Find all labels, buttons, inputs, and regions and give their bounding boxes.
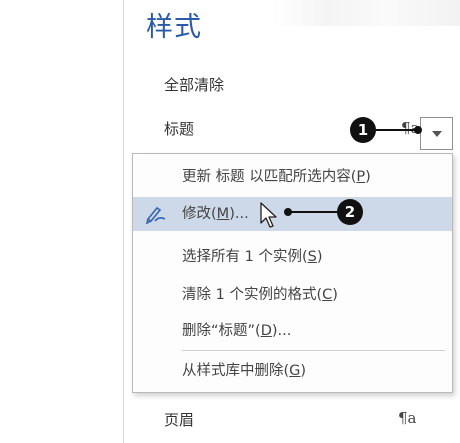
dropdown-arrow-icon bbox=[432, 131, 442, 137]
callout-1-end bbox=[414, 126, 422, 134]
context-menu: 更新 标题 以匹配所选内容(P) 修改(M)... 选择所有 1 个实例(S) … bbox=[132, 153, 453, 393]
menu-item-update-to-match[interactable]: 更新 标题 以匹配所选内容(P) bbox=[133, 160, 452, 194]
paragraph-style-icon: ¶a bbox=[398, 409, 417, 427]
callout-2-line bbox=[288, 211, 338, 213]
menu-item-delete-style[interactable]: 删除“标题”(D)... bbox=[133, 314, 452, 348]
pen-edit-icon bbox=[145, 206, 166, 224]
mouse-cursor-icon bbox=[260, 202, 277, 228]
styles-pane-title: 样式 bbox=[146, 12, 202, 43]
style-item-header[interactable]: 页眉 bbox=[164, 409, 194, 430]
callout-1-marker: 1 bbox=[350, 117, 376, 143]
menu-item-modify[interactable]: 修改(M)... bbox=[133, 197, 452, 231]
document-area bbox=[0, 0, 124, 443]
style-item-heading[interactable]: 标题 bbox=[164, 118, 194, 139]
pane-top-edge bbox=[272, 0, 460, 26]
pane-divider bbox=[123, 0, 124, 443]
menu-item-select-all-instances[interactable]: 选择所有 1 个实例(S) bbox=[133, 240, 452, 274]
style-dropdown-button[interactable] bbox=[420, 117, 453, 150]
menu-item-clear-formatting[interactable]: 清除 1 个实例的格式(C) bbox=[133, 278, 452, 312]
menu-separator bbox=[182, 350, 445, 351]
callout-2-marker: 2 bbox=[337, 199, 363, 225]
menu-item-remove-from-gallery[interactable]: 从样式库中删除(G) bbox=[133, 354, 452, 388]
callout-1-line bbox=[376, 129, 418, 131]
clear-all-button[interactable]: 全部清除 bbox=[164, 74, 224, 95]
